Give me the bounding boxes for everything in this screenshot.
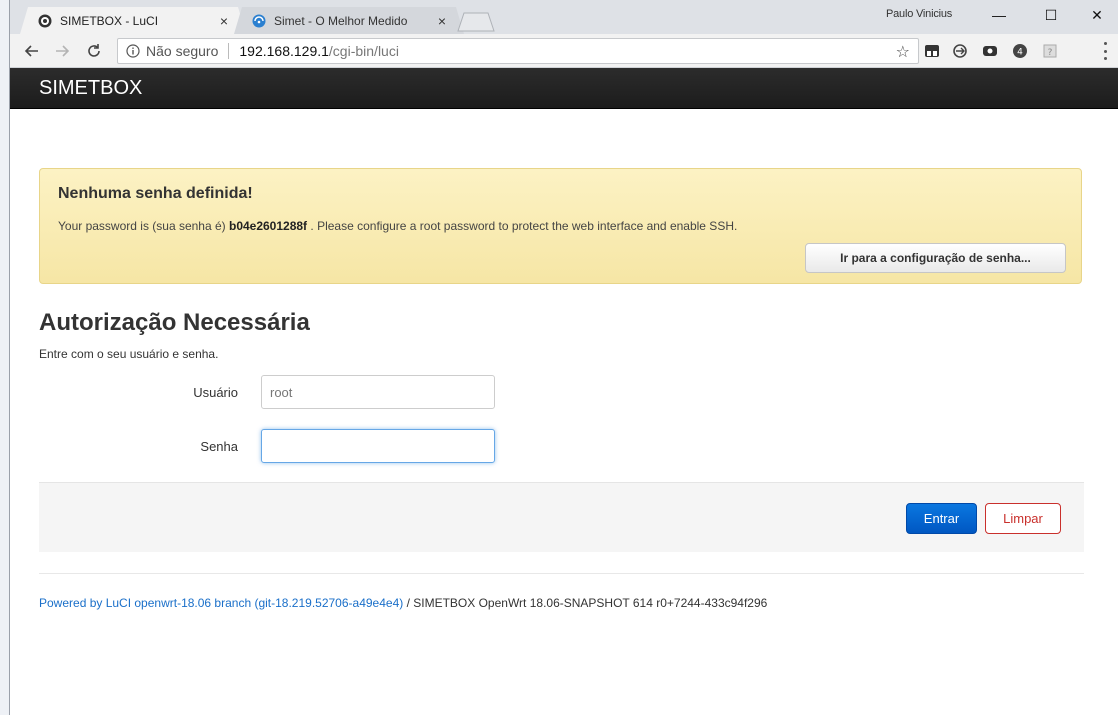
header-bar: SIMETBOX [10, 68, 1118, 109]
tab-simetbox-luci[interactable]: SIMETBOX - LuCI × [20, 7, 246, 34]
page-content: SIMETBOX Nenhuma senha definida! Your pa… [10, 68, 1118, 715]
tab-title: Simet - O Melhor Medido [274, 13, 408, 28]
username-input[interactable] [261, 375, 495, 409]
generated-password: b04e2601288f [228, 219, 308, 233]
svg-text:?: ? [1048, 48, 1053, 58]
bookmark-star-icon[interactable]: ☆ [896, 42, 910, 62]
back-button[interactable] [22, 41, 42, 61]
extension-store-icon[interactable] [924, 43, 940, 59]
footer: Powered by LuCI openwrt-18.06 branch (gi… [39, 596, 767, 610]
luci-link[interactable]: Powered by LuCI openwrt-18.06 branch (gi… [39, 596, 403, 610]
minimize-button[interactable]: — [976, 0, 1022, 30]
help-extension-icon[interactable]: ? [1042, 43, 1058, 59]
tab-strip: SIMETBOX - LuCI × Simet - O Melhor Medid… [10, 0, 1118, 34]
video-extension-icon[interactable] [982, 43, 998, 59]
new-tab-button[interactable] [456, 12, 496, 32]
address-separator [228, 43, 230, 59]
tab-simet-site[interactable]: Simet - O Melhor Medido × [234, 7, 464, 34]
alert-title: Nenhuma senha definida! [58, 185, 253, 202]
password-input[interactable] [261, 429, 495, 463]
password-label: Senha [200, 439, 238, 454]
globe-favicon-icon [252, 14, 266, 27]
maximize-button[interactable]: ☐ [1028, 0, 1074, 30]
alert-text-before: Your password is (sua senha é) [58, 219, 229, 233]
tampermonkey-icon[interactable]: 4 [1012, 43, 1028, 59]
security-status: Não seguro [146, 43, 219, 59]
alert-text-after: . Please configure a root password to pr… [307, 219, 738, 233]
form-actions: Entrar Limpar [39, 482, 1084, 552]
close-window-button[interactable]: ✕ [1074, 0, 1118, 30]
browser-toolbar: Não seguro 192.168.129.1/cgi-bin/luci ☆ … [10, 34, 1118, 68]
login-button[interactable]: Entrar [906, 503, 977, 534]
browser-menu-icon[interactable] [1100, 42, 1110, 60]
svg-text:4: 4 [1017, 48, 1023, 58]
auth-description: Entre com o seu usuário e senha. [39, 347, 219, 361]
profile-name[interactable]: Paulo Vinicius [886, 8, 952, 20]
tab-close-icon[interactable]: × [216, 13, 232, 29]
footer-divider [39, 573, 1084, 574]
simet-favicon-icon [38, 14, 52, 27]
tab-close-icon[interactable]: × [434, 13, 450, 29]
reload-icon [88, 44, 100, 57]
sync-extension-icon[interactable] [952, 43, 968, 59]
footer-version: / SIMETBOX OpenWrt 18.06-SNAPSHOT 614 r0… [403, 596, 768, 610]
no-password-alert: Nenhuma senha definida! Your password is… [39, 168, 1082, 284]
url-host: 192.168.129.1 [239, 43, 329, 59]
tab-title: SIMETBOX - LuCI [60, 13, 159, 28]
go-to-password-config-button[interactable]: Ir para a configuração de senha... [805, 243, 1066, 273]
browser-window: SIMETBOX - LuCI × Simet - O Melhor Medid… [9, 0, 1118, 715]
arrow-left-icon [24, 45, 38, 57]
forward-button[interactable] [52, 41, 72, 61]
url-path: /cgi-bin/luci [328, 43, 399, 59]
arrow-right-icon [56, 45, 70, 57]
address-bar[interactable]: Não seguro 192.168.129.1/cgi-bin/luci ☆ [117, 38, 919, 64]
reload-button[interactable] [84, 41, 104, 61]
auth-title: Autorização Necessária [39, 309, 310, 336]
clear-button[interactable]: Limpar [985, 503, 1061, 534]
username-label: Usuário [193, 385, 238, 400]
alert-message: Your password is (sua senha é) b04e26012… [58, 219, 737, 233]
info-icon[interactable] [126, 44, 140, 58]
brand-logo[interactable]: SIMETBOX [39, 77, 142, 100]
